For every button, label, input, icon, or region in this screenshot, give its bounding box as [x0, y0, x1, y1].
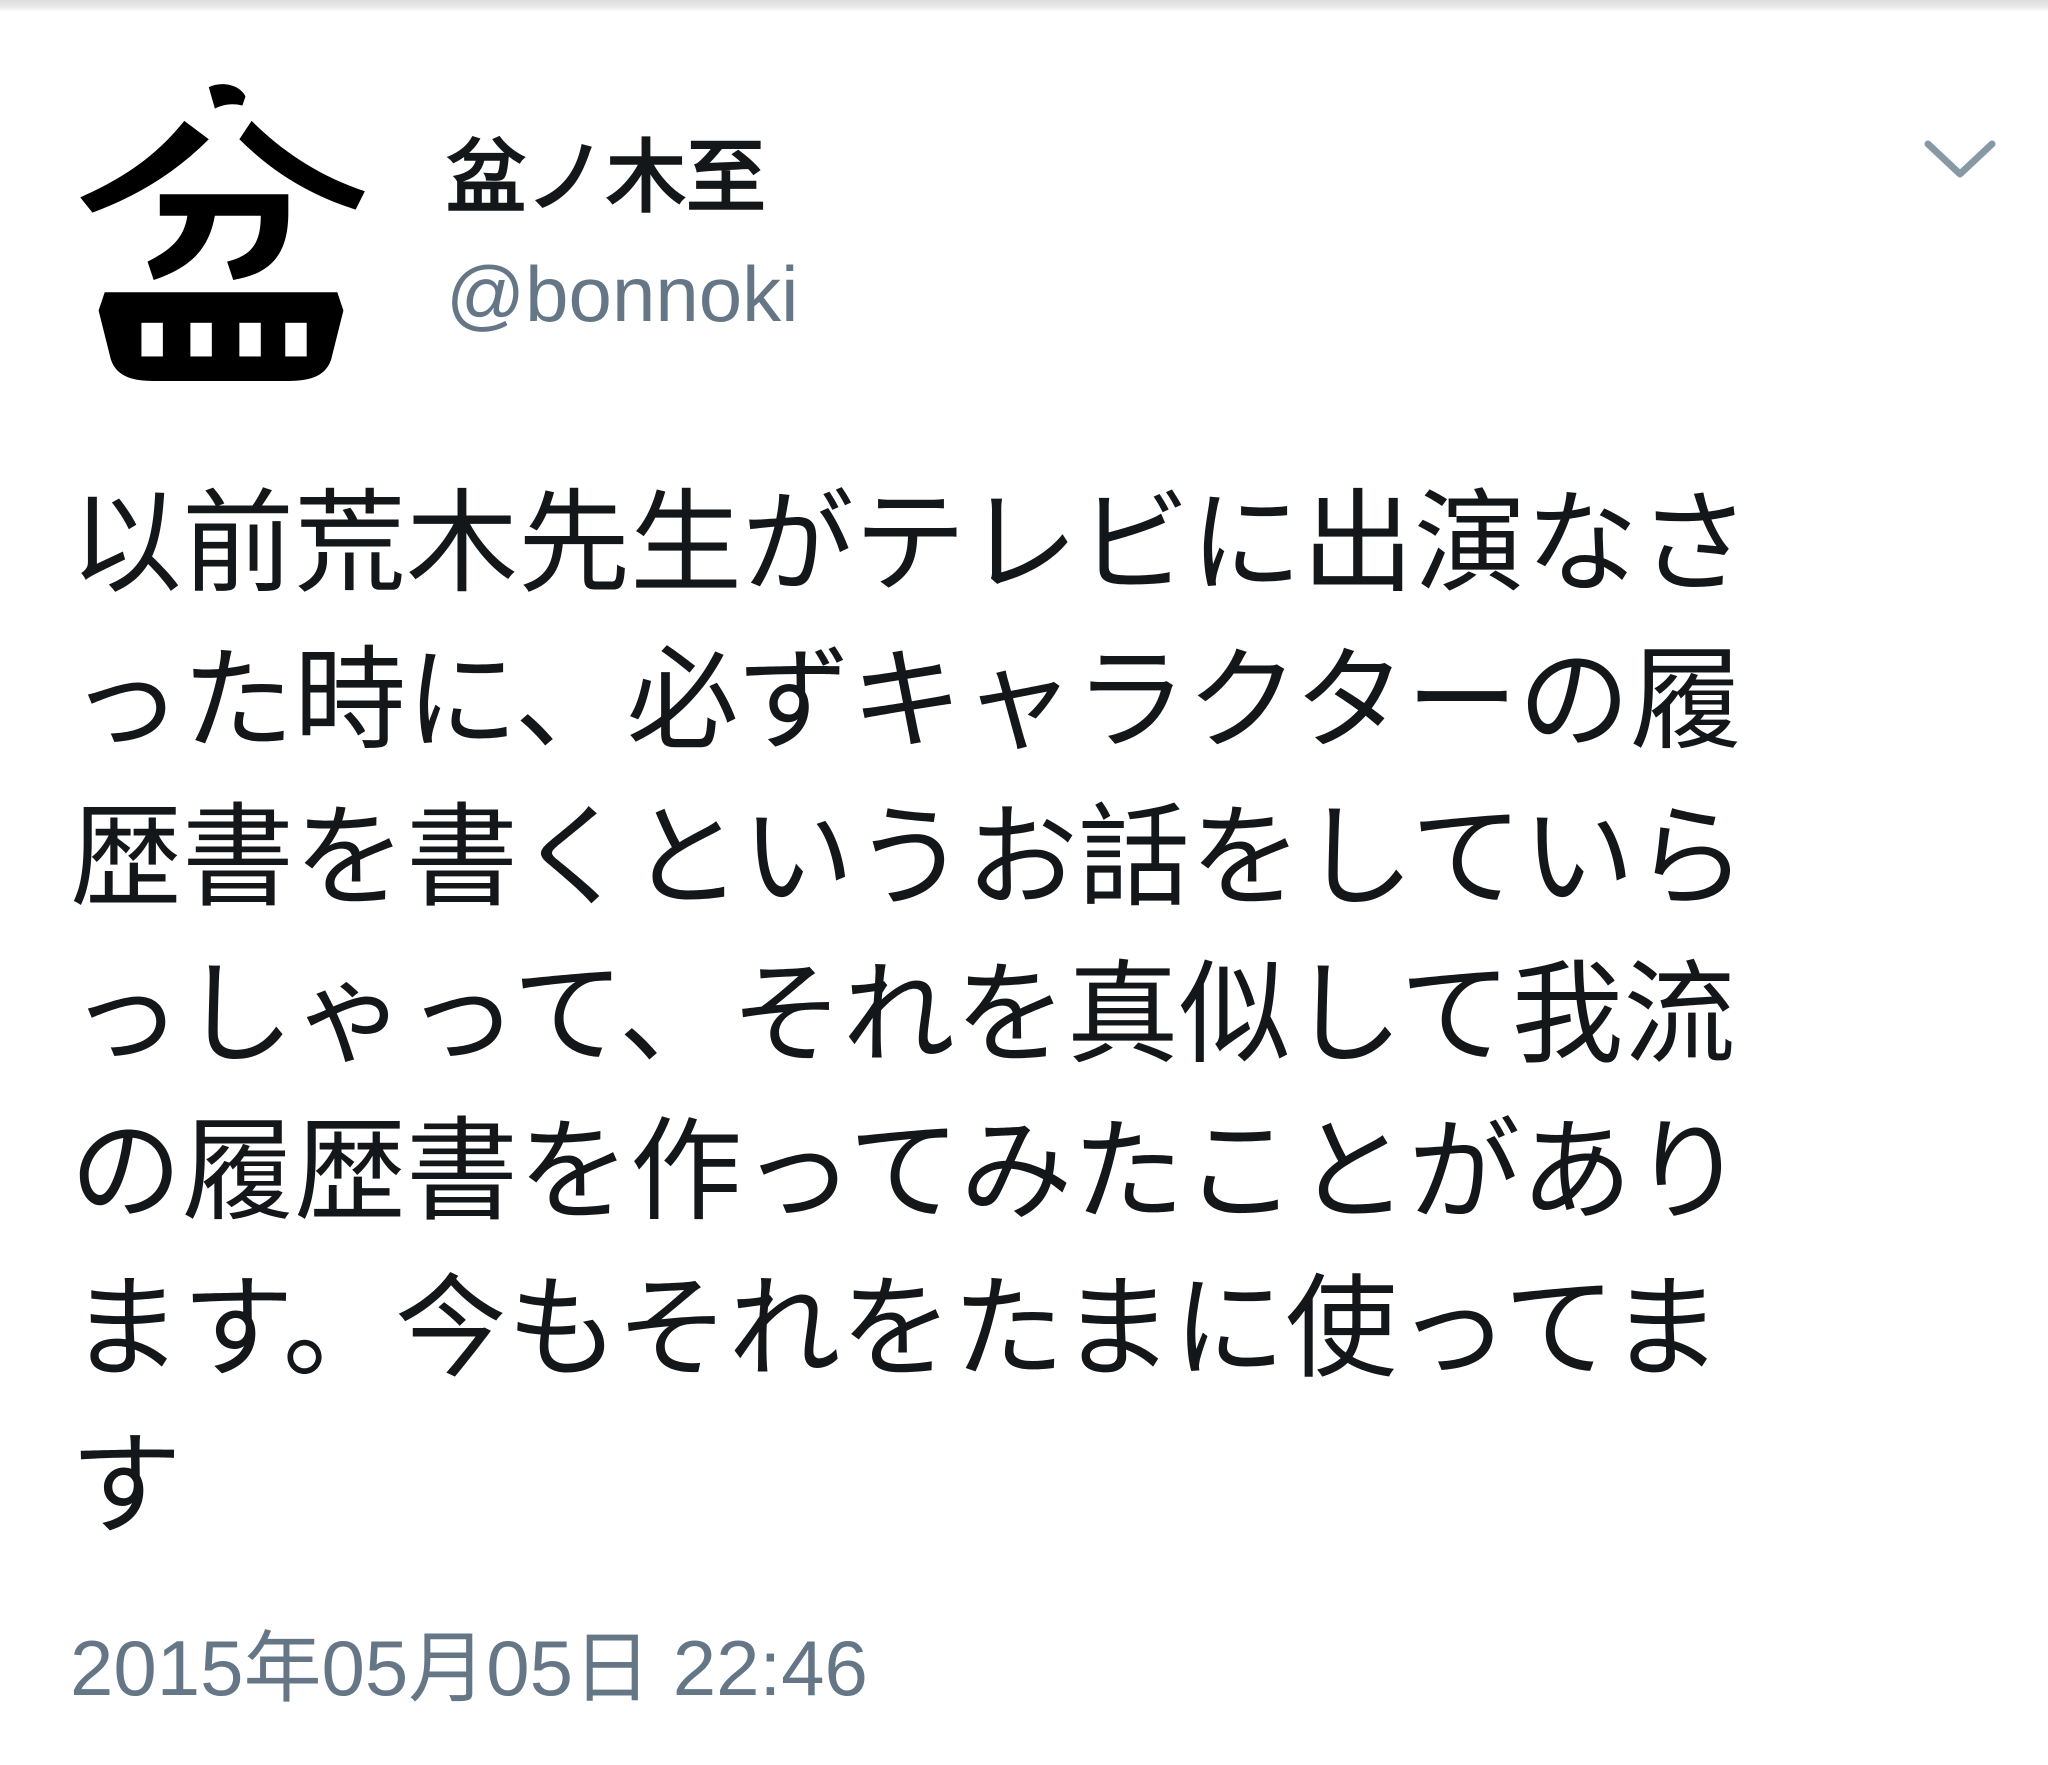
- avatar[interactable]: [68, 78, 374, 384]
- tweet-text-line: 以前荒木先生がテレビに出演なさ: [70, 479, 1750, 609]
- tweet-text: 以前荒木先生がテレビに出演なさ った時に、必ずキャラクターの履 歴書を書くという…: [70, 466, 1970, 1565]
- tweet-text-line: った時に、必ずキャラクターの履: [70, 636, 1743, 766]
- tweet-text-line: の履歴書を作ってみたことがあり: [70, 1107, 1745, 1237]
- tweet-card: 盆ノ木至 @bonnoki 以前荒木先生がテレビに出演なさ った時に、必ずキャラ…: [0, 0, 2048, 1765]
- tweet-text-line: 歴書を書くというお話をしていら: [70, 793, 1747, 923]
- tweet-text-line: っしゃって、それを真似して我流: [70, 950, 1736, 1080]
- author-handle[interactable]: @bonnoki: [446, 244, 798, 344]
- tweet-text-line: ます。今もそれをたまに使ってま: [70, 1264, 1722, 1394]
- author-display-name[interactable]: 盆ノ木至: [446, 128, 766, 228]
- chevron-down-icon: [1924, 140, 1996, 178]
- tweet-text-line: す: [70, 1421, 182, 1551]
- tweet-menu-button[interactable]: [1920, 130, 2000, 190]
- tweet-timestamp[interactable]: 2015年05月05日 22:46: [70, 1618, 868, 1718]
- bon-kanji-avatar-icon: [80, 84, 365, 381]
